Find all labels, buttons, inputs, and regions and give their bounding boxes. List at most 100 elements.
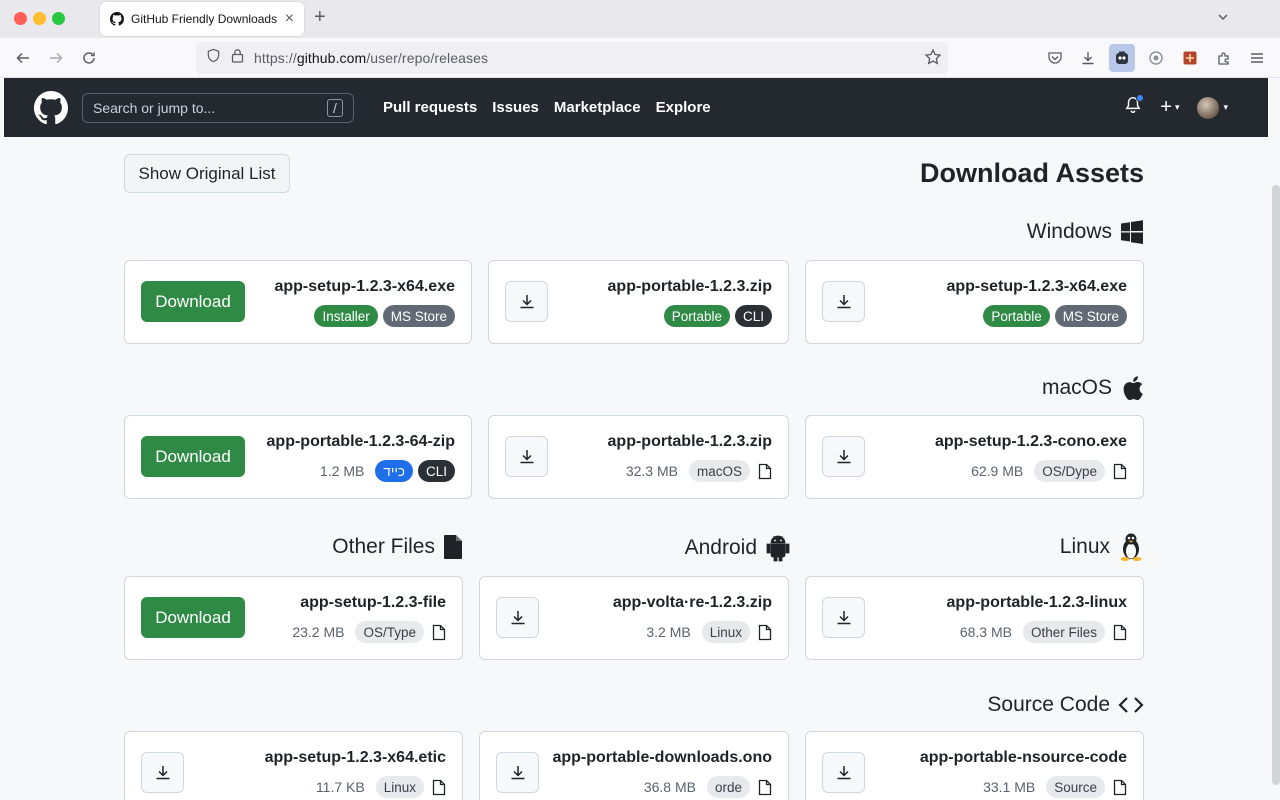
- scrollbar[interactable]: [1272, 185, 1280, 785]
- file-icon[interactable]: [758, 463, 772, 480]
- asset-filename[interactable]: app-portable-1.2.3.zip: [608, 278, 772, 296]
- tag-badge: MS Store: [382, 305, 455, 327]
- notifications-bell-icon[interactable]: [1124, 94, 1145, 119]
- asset-filename[interactable]: app-portable-downloads.ono: [552, 749, 772, 767]
- nav-pull-requests[interactable]: Pull requests: [383, 99, 477, 116]
- asset-filename[interactable]: app-setup-1.2.3-file: [300, 594, 446, 612]
- asset-meta: 33.1 MB Source: [983, 775, 1127, 799]
- asset-filename[interactable]: app-setup-1.2.3-cono.exe: [935, 433, 1127, 451]
- asset-card: app-portable-nsource-code 33.1 MB Source: [805, 731, 1144, 800]
- extension-active-icon[interactable]: [1109, 44, 1135, 72]
- download-icon: [837, 449, 850, 463]
- asset-meta: 3.2 MB Linux: [646, 620, 772, 644]
- slash-key-hint: /: [327, 98, 343, 117]
- nav-marketplace[interactable]: Marketplace: [554, 99, 641, 116]
- pocket-icon[interactable]: [1045, 48, 1065, 68]
- section-heading-windows: Windows: [1027, 220, 1144, 244]
- downloads-icon[interactable]: [1078, 48, 1098, 68]
- new-tab-button[interactable]: +: [314, 7, 326, 27]
- tab-list-chevron-icon[interactable]: [1216, 10, 1230, 29]
- tag-badge: OS/Dype: [1034, 460, 1105, 482]
- caret-down-icon: ▾: [1174, 102, 1180, 112]
- file-icon[interactable]: [758, 624, 772, 641]
- file-icon[interactable]: [1113, 779, 1127, 796]
- section-heading-linux: Linux: [1060, 532, 1144, 562]
- section-heading-other-files: Other Files: [332, 534, 463, 560]
- github-header: Search or jump to... / Pull requests Iss…: [4, 78, 1268, 137]
- file-icon[interactable]: [758, 779, 772, 796]
- asset-card: app-setup-1.2.3-cono.exe 62.9 MB OS/Dype: [805, 415, 1144, 499]
- file-icon[interactable]: [1113, 463, 1127, 480]
- asset-filename[interactable]: app-portable-1.2.3-64-zip: [267, 433, 455, 451]
- download-icon-button[interactable]: [505, 436, 548, 477]
- download-icon-button[interactable]: [496, 752, 539, 793]
- reload-button[interactable]: [79, 48, 99, 68]
- download-button[interactable]: Download: [141, 597, 245, 638]
- download-icon-button[interactable]: [822, 597, 865, 638]
- asset-filename[interactable]: app-setup-1.2.3-x64.etic: [265, 749, 446, 767]
- menu-hamburger-icon[interactable]: [1247, 48, 1267, 68]
- linux-icon: [1120, 533, 1142, 561]
- file-size: 33.1 MB: [983, 779, 1036, 795]
- download-icon-button[interactable]: [822, 281, 865, 322]
- download-icon-button[interactable]: [505, 281, 548, 322]
- close-tab-icon[interactable]: ×: [285, 11, 294, 27]
- download-button[interactable]: Download: [141, 436, 245, 477]
- asset-filename[interactable]: app-portable-1.2.3-linux: [947, 594, 1127, 612]
- download-icon-button[interactable]: [496, 597, 539, 638]
- tag-badge: Other Files: [1022, 621, 1105, 643]
- download-icon-button[interactable]: [822, 752, 865, 793]
- back-button[interactable]: [13, 48, 33, 68]
- close-window-button[interactable]: [14, 12, 27, 25]
- download-icon: [520, 449, 533, 463]
- minimize-window-button[interactable]: [33, 12, 46, 25]
- file-icon[interactable]: [432, 624, 446, 641]
- asset-meta: Portable MS Store: [983, 304, 1127, 328]
- tag-badge: Installer: [314, 305, 378, 327]
- tracking-shield-icon[interactable]: [206, 48, 221, 68]
- nav-issues[interactable]: Issues: [492, 99, 539, 116]
- bookmark-star-icon[interactable]: [924, 48, 942, 71]
- lock-icon[interactable]: [231, 48, 244, 68]
- browser-tab[interactable]: GitHub Friendly Downloads ×: [100, 2, 304, 36]
- asset-filename[interactable]: app-setup-1.2.3-x64.exe: [946, 278, 1127, 296]
- url-bar[interactable]: https://github.com/user/repo/releases: [196, 42, 948, 74]
- maximize-window-button[interactable]: [52, 12, 65, 25]
- asset-filename[interactable]: app-portable-nsource-code: [920, 749, 1127, 767]
- caret-down-icon: ▾: [1223, 102, 1228, 112]
- download-icon: [837, 294, 850, 308]
- file-size: 11.7 KB: [315, 779, 365, 795]
- tag-badge: macOS: [688, 460, 750, 482]
- tag-badge: MS Store: [1054, 305, 1127, 327]
- section-title: Android: [684, 536, 757, 559]
- file-icon[interactable]: [1113, 624, 1127, 641]
- asset-meta: 32.3 MB macOS: [626, 459, 772, 483]
- extensions-puzzle-icon[interactable]: [1214, 48, 1234, 68]
- nav-explore[interactable]: Explore: [656, 99, 711, 116]
- tag-badge: Linux: [375, 776, 424, 798]
- notification-indicator: [1136, 94, 1145, 102]
- asset-filename[interactable]: app-volta·re-1.2.3.zip: [613, 594, 772, 612]
- file-size: 3.2 MB: [646, 624, 691, 640]
- section-heading-macos: macOS: [1042, 375, 1144, 401]
- file-size: 32.3 MB: [625, 463, 678, 479]
- extension-box-icon[interactable]: [1180, 48, 1200, 68]
- create-new-dropdown[interactable]: + ▾: [1160, 96, 1179, 119]
- user-menu-dropdown[interactable]: ▾: [1197, 96, 1228, 119]
- url-text[interactable]: https://github.com/user/repo/releases: [254, 50, 488, 66]
- section-heading-android: Android: [685, 534, 791, 562]
- download-icon-button[interactable]: [141, 752, 184, 793]
- file-icon: [444, 535, 462, 559]
- tag-badge: Portable: [983, 305, 1050, 327]
- forward-button[interactable]: [46, 48, 66, 68]
- github-logo-icon[interactable]: [34, 90, 68, 125]
- url-prefix: https://: [254, 50, 297, 66]
- file-icon[interactable]: [432, 779, 446, 796]
- asset-filename[interactable]: app-portable-1.2.3.zip: [608, 433, 772, 451]
- privacy-badger-icon[interactable]: [1146, 48, 1166, 68]
- asset-filename[interactable]: app-setup-1.2.3-x64.exe: [274, 278, 455, 296]
- show-original-list-button[interactable]: Show Original List: [124, 154, 290, 193]
- download-button[interactable]: Download: [141, 281, 245, 322]
- search-input[interactable]: Search or jump to... /: [82, 92, 354, 123]
- download-icon-button[interactable]: [822, 436, 865, 477]
